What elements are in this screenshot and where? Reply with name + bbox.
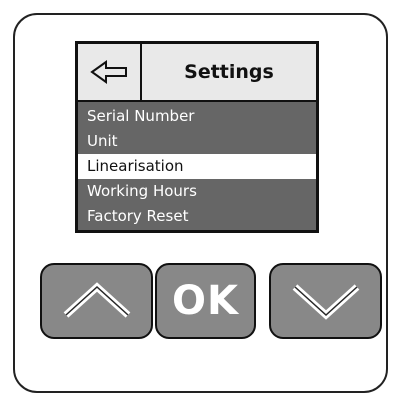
settings-menu: Serial Number Unit Linearisation Working…: [78, 104, 316, 229]
ok-button[interactable]: OK: [155, 263, 256, 339]
menu-item-linearisation[interactable]: Linearisation: [78, 154, 316, 179]
chevron-up-icon: [63, 282, 130, 318]
menu-item-working-hours[interactable]: Working Hours: [78, 179, 316, 204]
menu-item-unit[interactable]: Unit: [78, 129, 316, 154]
menu-item-serial-number[interactable]: Serial Number: [78, 104, 316, 129]
menu-item-factory-reset[interactable]: Factory Reset: [78, 204, 316, 229]
back-arrow-icon: [90, 60, 127, 84]
screen-header: Settings: [78, 44, 316, 102]
chevron-down-icon: [292, 284, 359, 320]
display-screen: Settings Serial Number Unit Linearisatio…: [75, 41, 319, 233]
down-button[interactable]: [269, 263, 382, 339]
ok-label: OK: [172, 278, 239, 324]
up-button[interactable]: [40, 263, 153, 339]
page-title: Settings: [184, 61, 274, 83]
back-button[interactable]: [78, 44, 142, 100]
